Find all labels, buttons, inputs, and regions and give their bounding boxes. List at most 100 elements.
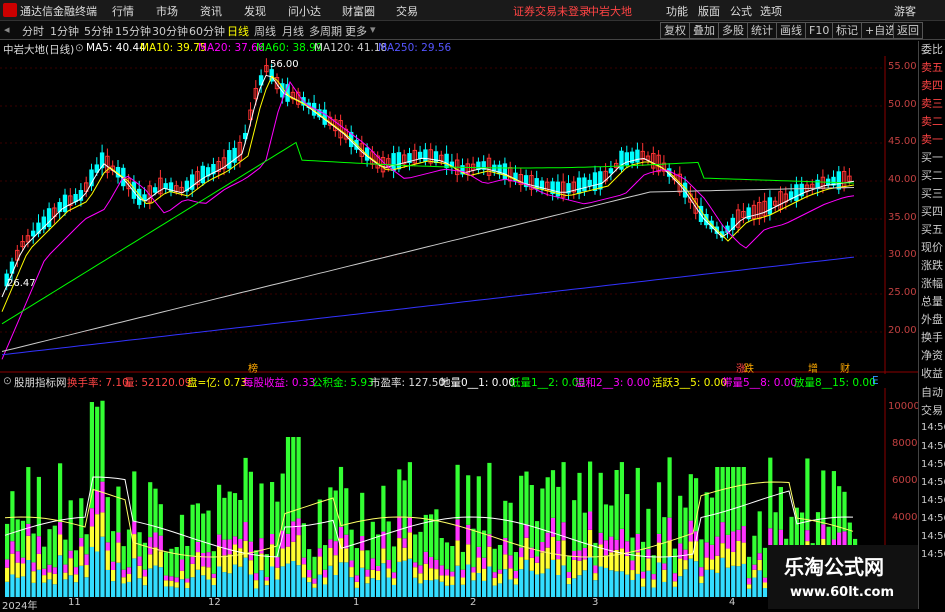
side-panel-label: 买三 xyxy=(921,187,943,200)
volume-bar xyxy=(545,568,550,597)
volume-bar xyxy=(307,549,312,571)
price-axis-label: 20.00 xyxy=(888,325,917,336)
volume-bar xyxy=(556,486,561,541)
volume-bar xyxy=(662,581,667,597)
volume-bar xyxy=(47,529,52,565)
volume-bar xyxy=(418,583,423,597)
volume-bar xyxy=(323,577,328,585)
volume-bar xyxy=(328,487,333,540)
event-marker-3[interactable]: 跌 xyxy=(744,360,754,375)
kline-chart[interactable] xyxy=(0,0,945,609)
pan-value: 盘=亿: 0.73 xyxy=(187,377,248,389)
volume-bar xyxy=(715,467,720,537)
volume-bar xyxy=(158,504,163,536)
volume-bar xyxy=(31,571,36,583)
volume-bar xyxy=(757,570,762,597)
volume-bar xyxy=(259,483,264,539)
candle-body xyxy=(417,151,423,159)
volume-bar xyxy=(68,500,73,551)
volume-bar xyxy=(503,554,508,570)
volume-bar xyxy=(195,503,200,542)
volume-bar xyxy=(747,556,752,579)
volume-bar xyxy=(444,542,450,570)
volume-bar xyxy=(190,563,195,578)
volume-bar xyxy=(185,588,190,597)
volume-bar xyxy=(429,568,434,581)
volume-bar xyxy=(264,554,269,578)
volume-bar xyxy=(105,550,110,570)
volume-bar xyxy=(126,581,132,597)
volume-bar xyxy=(619,462,624,529)
volume-bar xyxy=(232,564,238,597)
ma-settings-icon[interactable]: ⊙ xyxy=(75,42,84,54)
dl3-value: 活跃3__5: 0.00 xyxy=(652,377,728,389)
volume-bar xyxy=(550,536,556,560)
volume-bar xyxy=(217,534,222,547)
volume-bar xyxy=(15,519,20,552)
volume-bar xyxy=(111,561,116,570)
volume-bar xyxy=(455,464,460,520)
volume-bar xyxy=(285,533,291,547)
volume-bar xyxy=(603,555,609,568)
volume-bar xyxy=(842,491,847,532)
volume-bar xyxy=(566,556,571,573)
volume-bar xyxy=(360,492,365,537)
volume-bar xyxy=(630,570,635,580)
volume-bar xyxy=(667,556,672,597)
indicator-name[interactable]: 股朋指标网 xyxy=(14,375,67,390)
volume-bar xyxy=(259,570,264,597)
volume-bar xyxy=(535,556,540,563)
volume-bar xyxy=(296,565,301,597)
indicator-settings-icon[interactable]: ⊙ xyxy=(3,375,12,387)
volume-bar xyxy=(524,471,529,525)
volume-bar xyxy=(678,576,683,597)
volume-bar xyxy=(63,572,68,580)
volume-bar xyxy=(174,547,179,578)
volume-value: 量: 52120.09 xyxy=(124,377,192,389)
volume-bar xyxy=(460,577,465,585)
dl5-value: 带量5__8: 0.00 xyxy=(722,377,798,389)
volume-bar xyxy=(307,582,312,597)
x-axis-label: 2 xyxy=(470,597,477,608)
candle-body xyxy=(152,187,158,193)
high-price-label: 56.00 xyxy=(270,59,299,70)
price-axis-label: 50.00 xyxy=(888,99,917,110)
volume-bar xyxy=(752,535,757,565)
volume-bar xyxy=(42,568,47,576)
volume-bar xyxy=(593,573,598,581)
volume-bar xyxy=(307,570,312,578)
volume-bar xyxy=(376,565,381,571)
volume-bar xyxy=(694,541,699,562)
volume-bar xyxy=(519,547,524,558)
volume-bar xyxy=(678,558,683,577)
event-marker-1[interactable]: 榜 xyxy=(248,360,258,375)
volume-bar xyxy=(243,557,248,597)
volume-bar xyxy=(588,529,593,557)
volume-bar xyxy=(603,567,609,597)
volume-bar xyxy=(699,576,704,584)
volume-bar xyxy=(169,586,174,597)
volume-bar xyxy=(709,544,715,560)
volume-bar xyxy=(561,540,566,566)
volume-bar xyxy=(79,565,84,597)
volume-bar xyxy=(20,557,26,564)
candle-body xyxy=(788,191,794,200)
side-panel-label: 涨幅 xyxy=(921,277,943,290)
volume-bar xyxy=(704,569,709,597)
volume-bar xyxy=(397,469,402,517)
volume-bar xyxy=(487,566,492,597)
volume-bar xyxy=(588,461,593,512)
volume-bar xyxy=(73,550,79,568)
volume-bar xyxy=(52,525,57,568)
event-marker-4[interactable]: 增 xyxy=(808,360,818,375)
volume-bar xyxy=(752,564,757,570)
event-marker-5[interactable]: 财 xyxy=(840,360,850,375)
volume-bar xyxy=(174,587,179,597)
dl8-value: 放量8__15: 0.00 xyxy=(794,377,876,389)
volume-bar xyxy=(142,585,147,597)
volume-bar xyxy=(418,531,423,566)
volume-bar xyxy=(63,539,68,565)
candle-body xyxy=(423,149,428,162)
volume-bar xyxy=(434,509,439,560)
volume-bar xyxy=(694,561,699,597)
